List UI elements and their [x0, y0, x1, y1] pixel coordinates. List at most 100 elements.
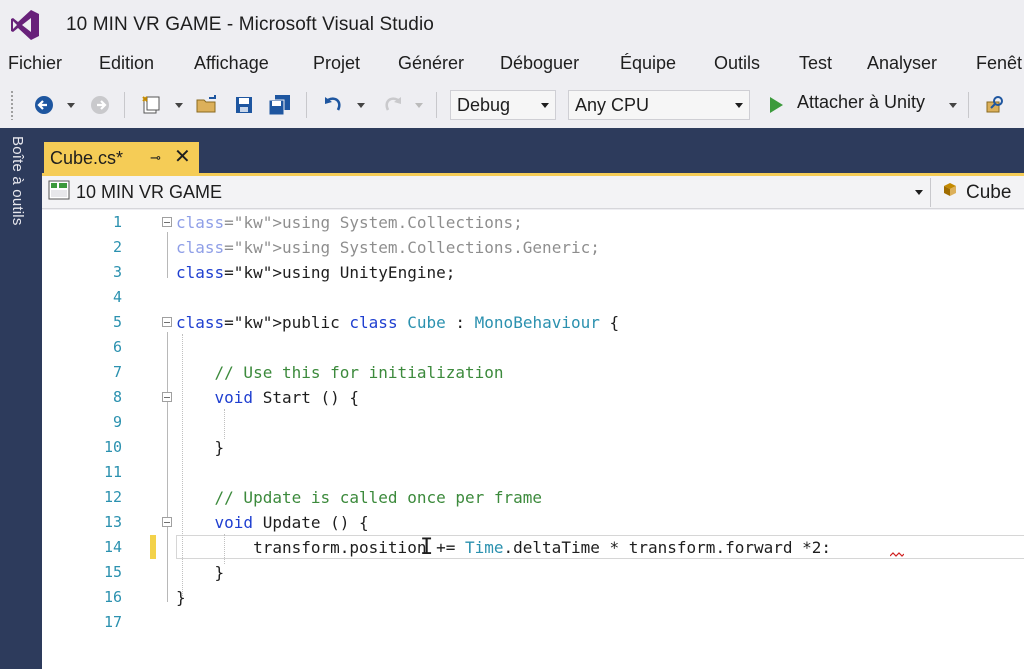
menu-projet[interactable]: Projet: [313, 53, 360, 74]
line-number: 3: [112, 263, 122, 281]
code-text: }: [176, 438, 225, 457]
code-text: void Start () {: [214, 388, 360, 407]
save-icon[interactable]: [232, 93, 256, 117]
new-project-icon[interactable]: [138, 93, 164, 117]
menu-analyser[interactable]: Analyser: [867, 53, 937, 74]
attach-dropdown-chevron-down-icon[interactable]: [946, 93, 960, 117]
tab-cube-cs[interactable]: Cube.cs* ⊸ ✕: [44, 142, 199, 174]
code-text: class="kw">public class Cube : MonoBehav…: [176, 313, 620, 332]
menu-fichier[interactable]: Fichier: [8, 53, 62, 74]
redo-icon[interactable]: [380, 93, 406, 117]
code-line[interactable]: 7 // Use this for initialization: [0, 360, 982, 385]
code-line[interactable]: 4: [0, 285, 982, 310]
menu-outils[interactable]: Outils: [714, 53, 760, 74]
code-line[interactable]: 10 }: [0, 435, 982, 460]
collapse-region-icon[interactable]: [162, 392, 172, 402]
find-in-files-icon[interactable]: [982, 93, 1008, 117]
chevron-down-icon: [735, 103, 743, 108]
line-number: 8: [112, 388, 122, 406]
navbar-separator: [930, 178, 931, 207]
window-title: 10 MIN VR GAME - Microsoft Visual Studio: [66, 14, 434, 35]
toolbar-separator: [968, 92, 969, 118]
chevron-down-icon[interactable]: [915, 190, 923, 195]
code-text: class="kw">using System.Collections.Gene…: [176, 238, 600, 257]
back-dropdown-chevron-down-icon[interactable]: [66, 93, 76, 117]
project-dropdown[interactable]: 10 MIN VR GAME: [48, 179, 938, 206]
code-line[interactable]: 15 }: [0, 560, 982, 585]
pin-icon[interactable]: ⊸: [150, 150, 161, 166]
code-line[interactable]: 8 void Start () {: [0, 385, 982, 410]
collapse-region-icon[interactable]: [162, 517, 172, 527]
class-icon: [940, 180, 962, 205]
code-line[interactable]: 1 class="kw">using System.Collections;: [0, 210, 982, 235]
code-line[interactable]: 13 void Update () {: [0, 510, 982, 535]
line-number: 4: [112, 288, 122, 306]
line-number: 13: [103, 513, 122, 531]
close-icon[interactable]: ✕: [174, 144, 191, 169]
menu-generer[interactable]: Générer: [398, 53, 464, 74]
menu-affichage[interactable]: Affichage: [194, 53, 269, 74]
open-file-icon[interactable]: [194, 93, 220, 117]
collapse-region-icon[interactable]: [162, 317, 172, 327]
undo-dropdown-chevron-down-icon[interactable]: [356, 93, 366, 117]
line-number: 14: [103, 538, 122, 556]
menu-fenetre[interactable]: Fenêt: [976, 53, 1022, 74]
configuration-value: Debug: [457, 94, 511, 115]
undo-icon[interactable]: [320, 93, 346, 117]
line-number: 5: [112, 313, 122, 331]
attach-to-unity-button[interactable]: Attacher à Unity: [797, 92, 925, 113]
menu-test[interactable]: Test: [799, 53, 832, 74]
line-number: 6: [112, 338, 122, 356]
error-squiggle: [890, 552, 904, 557]
redo-dropdown-chevron-down-icon[interactable]: [414, 93, 424, 117]
toolbar-grip[interactable]: [10, 90, 14, 120]
solution-configuration-dropdown[interactable]: Debug: [450, 90, 556, 120]
save-all-icon[interactable]: [266, 93, 294, 117]
code-text: class="kw">using System.Collections;: [176, 213, 523, 232]
code-text: class="kw">using UnityEngine;: [176, 263, 456, 282]
code-text: }: [176, 563, 225, 582]
solution-platform-dropdown[interactable]: Any CPU: [568, 90, 750, 120]
code-text: void Update () {: [214, 513, 369, 532]
menu-deboguer[interactable]: Déboguer: [500, 53, 579, 74]
play-icon[interactable]: [766, 93, 786, 117]
line-number: 9: [112, 413, 122, 431]
code-line[interactable]: 14 transform.position += Time.deltaTime …: [0, 535, 982, 560]
class-dropdown[interactable]: Cube: [940, 179, 1011, 206]
navigate-forward-icon[interactable]: [88, 93, 112, 117]
code-line[interactable]: 17: [0, 610, 982, 635]
toolbar-separator: [436, 92, 437, 118]
menu-edition[interactable]: Edition: [99, 53, 154, 74]
code-line[interactable]: 11: [0, 460, 982, 485]
code-line[interactable]: 16}: [0, 585, 982, 610]
menu-equipe[interactable]: Équipe: [620, 53, 676, 74]
code-line[interactable]: 3 class="kw">using UnityEngine;: [0, 260, 982, 285]
menu-bar: Fichier Edition Affichage Projet Générer…: [0, 50, 1024, 80]
collapse-region-icon[interactable]: [162, 217, 172, 227]
new-dropdown-chevron-down-icon[interactable]: [174, 93, 184, 117]
line-number: 12: [103, 488, 122, 506]
code-text: }: [176, 588, 186, 607]
line-number: 2: [112, 238, 122, 256]
line-number: 10: [103, 438, 122, 456]
code-line[interactable]: 2 class="kw">using System.Collections.Gen…: [0, 235, 982, 260]
navigate-back-icon[interactable]: [32, 93, 56, 117]
csharp-project-icon: [48, 180, 70, 205]
title-bar: 10 MIN VR GAME - Microsoft Visual Studio: [0, 0, 1024, 50]
line-number: 7: [112, 363, 122, 381]
line-number: 15: [103, 563, 122, 581]
project-name: 10 MIN VR GAME: [76, 182, 223, 202]
navigation-bar: 10 MIN VR GAME Cube: [42, 176, 1024, 209]
code-text: transform.position += Time.deltaTime * t…: [176, 538, 832, 557]
toolbar-separator: [124, 92, 125, 118]
platform-value: Any CPU: [575, 94, 650, 115]
code-line[interactable]: 5 class="kw">public class Cube : MonoBeha…: [0, 310, 982, 335]
standard-toolbar: Debug Any CPU Attacher à Unity: [0, 84, 1024, 126]
code-line[interactable]: 9: [0, 410, 982, 435]
visual-studio-logo-icon: [10, 8, 40, 42]
line-number: 11: [103, 463, 122, 481]
code-text: // Use this for initialization: [214, 363, 504, 382]
line-number: 16: [103, 588, 122, 606]
code-line[interactable]: 6: [0, 335, 982, 360]
code-line[interactable]: 12 // Update is called once per frame: [0, 485, 982, 510]
